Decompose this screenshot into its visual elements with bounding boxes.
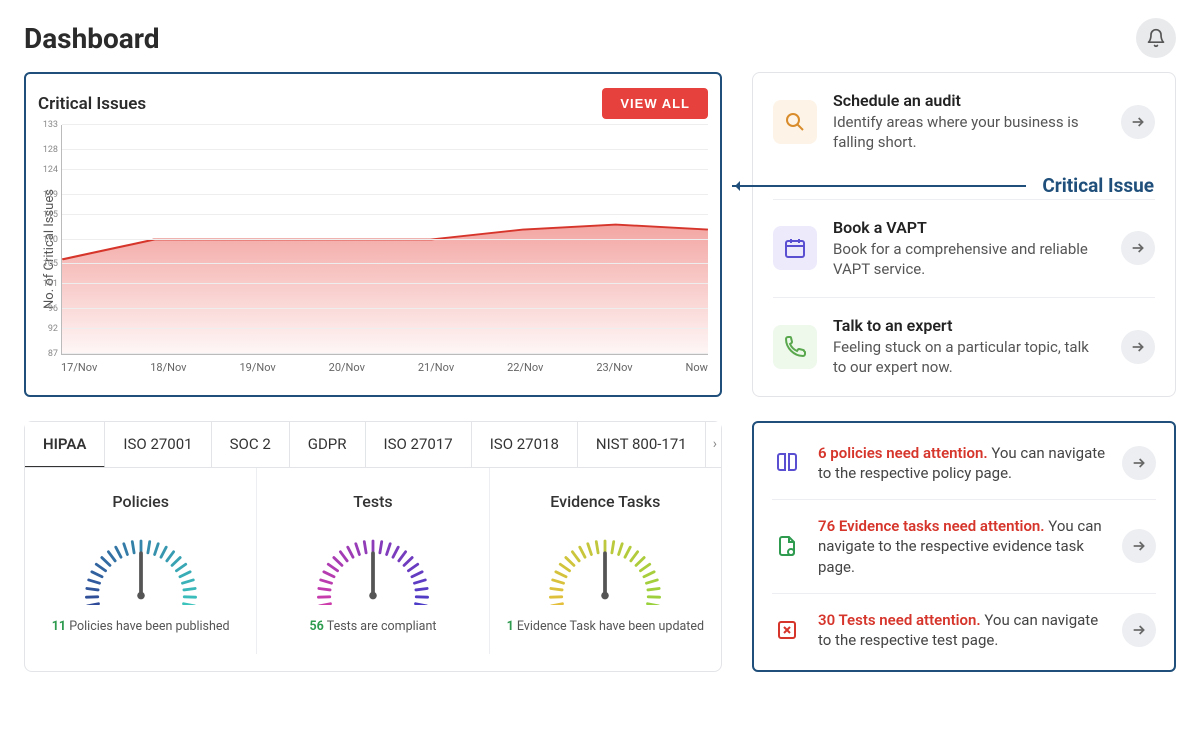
y-tick: 101	[34, 279, 58, 289]
gauge-meter	[535, 525, 675, 605]
arrow-right-icon	[1131, 455, 1147, 471]
tab-iso-27017[interactable]: ISO 27017	[366, 422, 472, 467]
action-title: Schedule an audit	[833, 91, 1105, 110]
attention-text: 76 Evidence tasks need attention. You ca…	[818, 516, 1106, 577]
bell-icon	[1146, 28, 1166, 48]
gauge-caption: 56 Tests are compliant	[267, 619, 478, 634]
view-all-button[interactable]: VIEW ALL	[602, 88, 708, 119]
y-tick: 133	[34, 120, 58, 130]
x-tick: 22/Nov	[507, 361, 543, 374]
page-title: Dashboard	[24, 22, 160, 55]
arrow-right-icon	[1130, 114, 1146, 130]
action-desc: Feeling stuck on a particular topic, tal…	[833, 337, 1105, 378]
chart-y-label: No. of Critical Issues	[38, 125, 61, 374]
arrow-right-icon	[1131, 538, 1147, 554]
x-tick: 21/Nov	[418, 361, 454, 374]
action-title: Book a VAPT	[833, 218, 1105, 237]
search-icon	[773, 100, 817, 144]
compliance-tabs: HIPAAISO 27001SOC 2GDPRISO 27017ISO 2701…	[25, 422, 721, 468]
critical-issues-title: Critical Issues	[38, 94, 146, 114]
arrow-right-icon	[1131, 622, 1147, 638]
x-tick: 18/Nov	[150, 361, 186, 374]
gauge-tests: Tests 56 Tests are compliant	[257, 468, 489, 654]
go-button[interactable]	[1122, 446, 1156, 480]
y-tick: 105	[34, 259, 58, 269]
critical-issues-chart: 879296101105110115119124128133	[61, 125, 708, 355]
x-tick: 20/Nov	[329, 361, 365, 374]
tab-nist-800-171[interactable]: NIST 800-171	[578, 422, 706, 467]
arrow-right-icon	[1130, 339, 1146, 355]
attention-text: 6 policies need attention. You can navig…	[818, 443, 1106, 484]
gauge-meter	[71, 525, 211, 605]
attention-text: 30 Tests need attention. You can navigat…	[818, 610, 1106, 651]
x-tick: 17/Nov	[61, 361, 97, 374]
x-tick: Now	[686, 361, 708, 374]
go-button[interactable]	[1121, 231, 1155, 265]
action-desc: Book for a comprehensive and reliable VA…	[833, 239, 1105, 280]
y-tick: 87	[34, 349, 58, 359]
gauge-title: Evidence Tasks	[500, 492, 711, 511]
tab-iso-27001[interactable]: ISO 27001	[105, 422, 211, 467]
action-row[interactable]: Talk to an expert Feeling stuck on a part…	[773, 297, 1155, 396]
tab-gdpr[interactable]: GDPR	[290, 422, 366, 467]
y-tick: 128	[34, 145, 58, 155]
arrow-right-icon	[1130, 240, 1146, 256]
action-row[interactable]: Book a VAPT Book for a comprehensive and …	[773, 199, 1155, 298]
attention-card: 6 policies need attention. You can navig…	[752, 421, 1176, 673]
y-tick: 96	[34, 304, 58, 314]
x-tick: 19/Nov	[239, 361, 275, 374]
gauge-policies: Policies 11 Policies have been published	[25, 468, 257, 654]
x-tick: 23/Nov	[596, 361, 632, 374]
action-title: Talk to an expert	[833, 316, 1105, 335]
y-tick: 115	[34, 210, 58, 220]
go-button[interactable]	[1122, 529, 1156, 563]
y-tick: 119	[34, 190, 58, 200]
notifications-button[interactable]	[1136, 18, 1176, 58]
gauge-title: Policies	[35, 492, 246, 511]
tab-hipaa[interactable]: HIPAA	[25, 422, 105, 468]
y-tick: 110	[34, 235, 58, 245]
evidence-icon	[772, 534, 802, 558]
go-button[interactable]	[1122, 613, 1156, 647]
phone-icon	[773, 325, 817, 369]
book-icon	[772, 451, 802, 475]
tab-soc-2[interactable]: SOC 2	[212, 422, 290, 467]
go-button[interactable]	[1121, 330, 1155, 364]
attention-row[interactable]: 76 Evidence tasks need attention. You ca…	[772, 499, 1156, 593]
gauge-meter	[303, 525, 443, 605]
gauge-caption: 1 Evidence Task have been updated	[500, 619, 711, 634]
y-tick: 124	[34, 165, 58, 175]
gauge-title: Tests	[267, 492, 478, 511]
test-icon	[772, 618, 802, 642]
gauge-evidence-tasks: Evidence Tasks 1 Evidence Task have been …	[490, 468, 721, 654]
go-button[interactable]	[1121, 105, 1155, 139]
actions-card: Schedule an audit Identify areas where yo…	[752, 72, 1176, 397]
tab-iso-27018[interactable]: ISO 27018	[472, 422, 578, 467]
action-row[interactable]: Schedule an audit Identify areas where yo…	[773, 73, 1155, 171]
critical-issues-card: Critical Issues VIEW ALL No. of Critical…	[24, 72, 722, 397]
action-desc: Identify areas where your business is fa…	[833, 112, 1105, 153]
attention-row[interactable]: 30 Tests need attention. You can navigat…	[772, 593, 1156, 667]
compliance-card: HIPAAISO 27001SOC 2GDPRISO 27017ISO 2701…	[24, 421, 722, 673]
tabs-scroll-right[interactable]: ›	[713, 436, 717, 452]
y-tick: 92	[34, 324, 58, 334]
calendar-icon	[773, 226, 817, 270]
gauge-caption: 11 Policies have been published	[35, 619, 246, 634]
attention-row[interactable]: 6 policies need attention. You can navig…	[772, 427, 1156, 500]
